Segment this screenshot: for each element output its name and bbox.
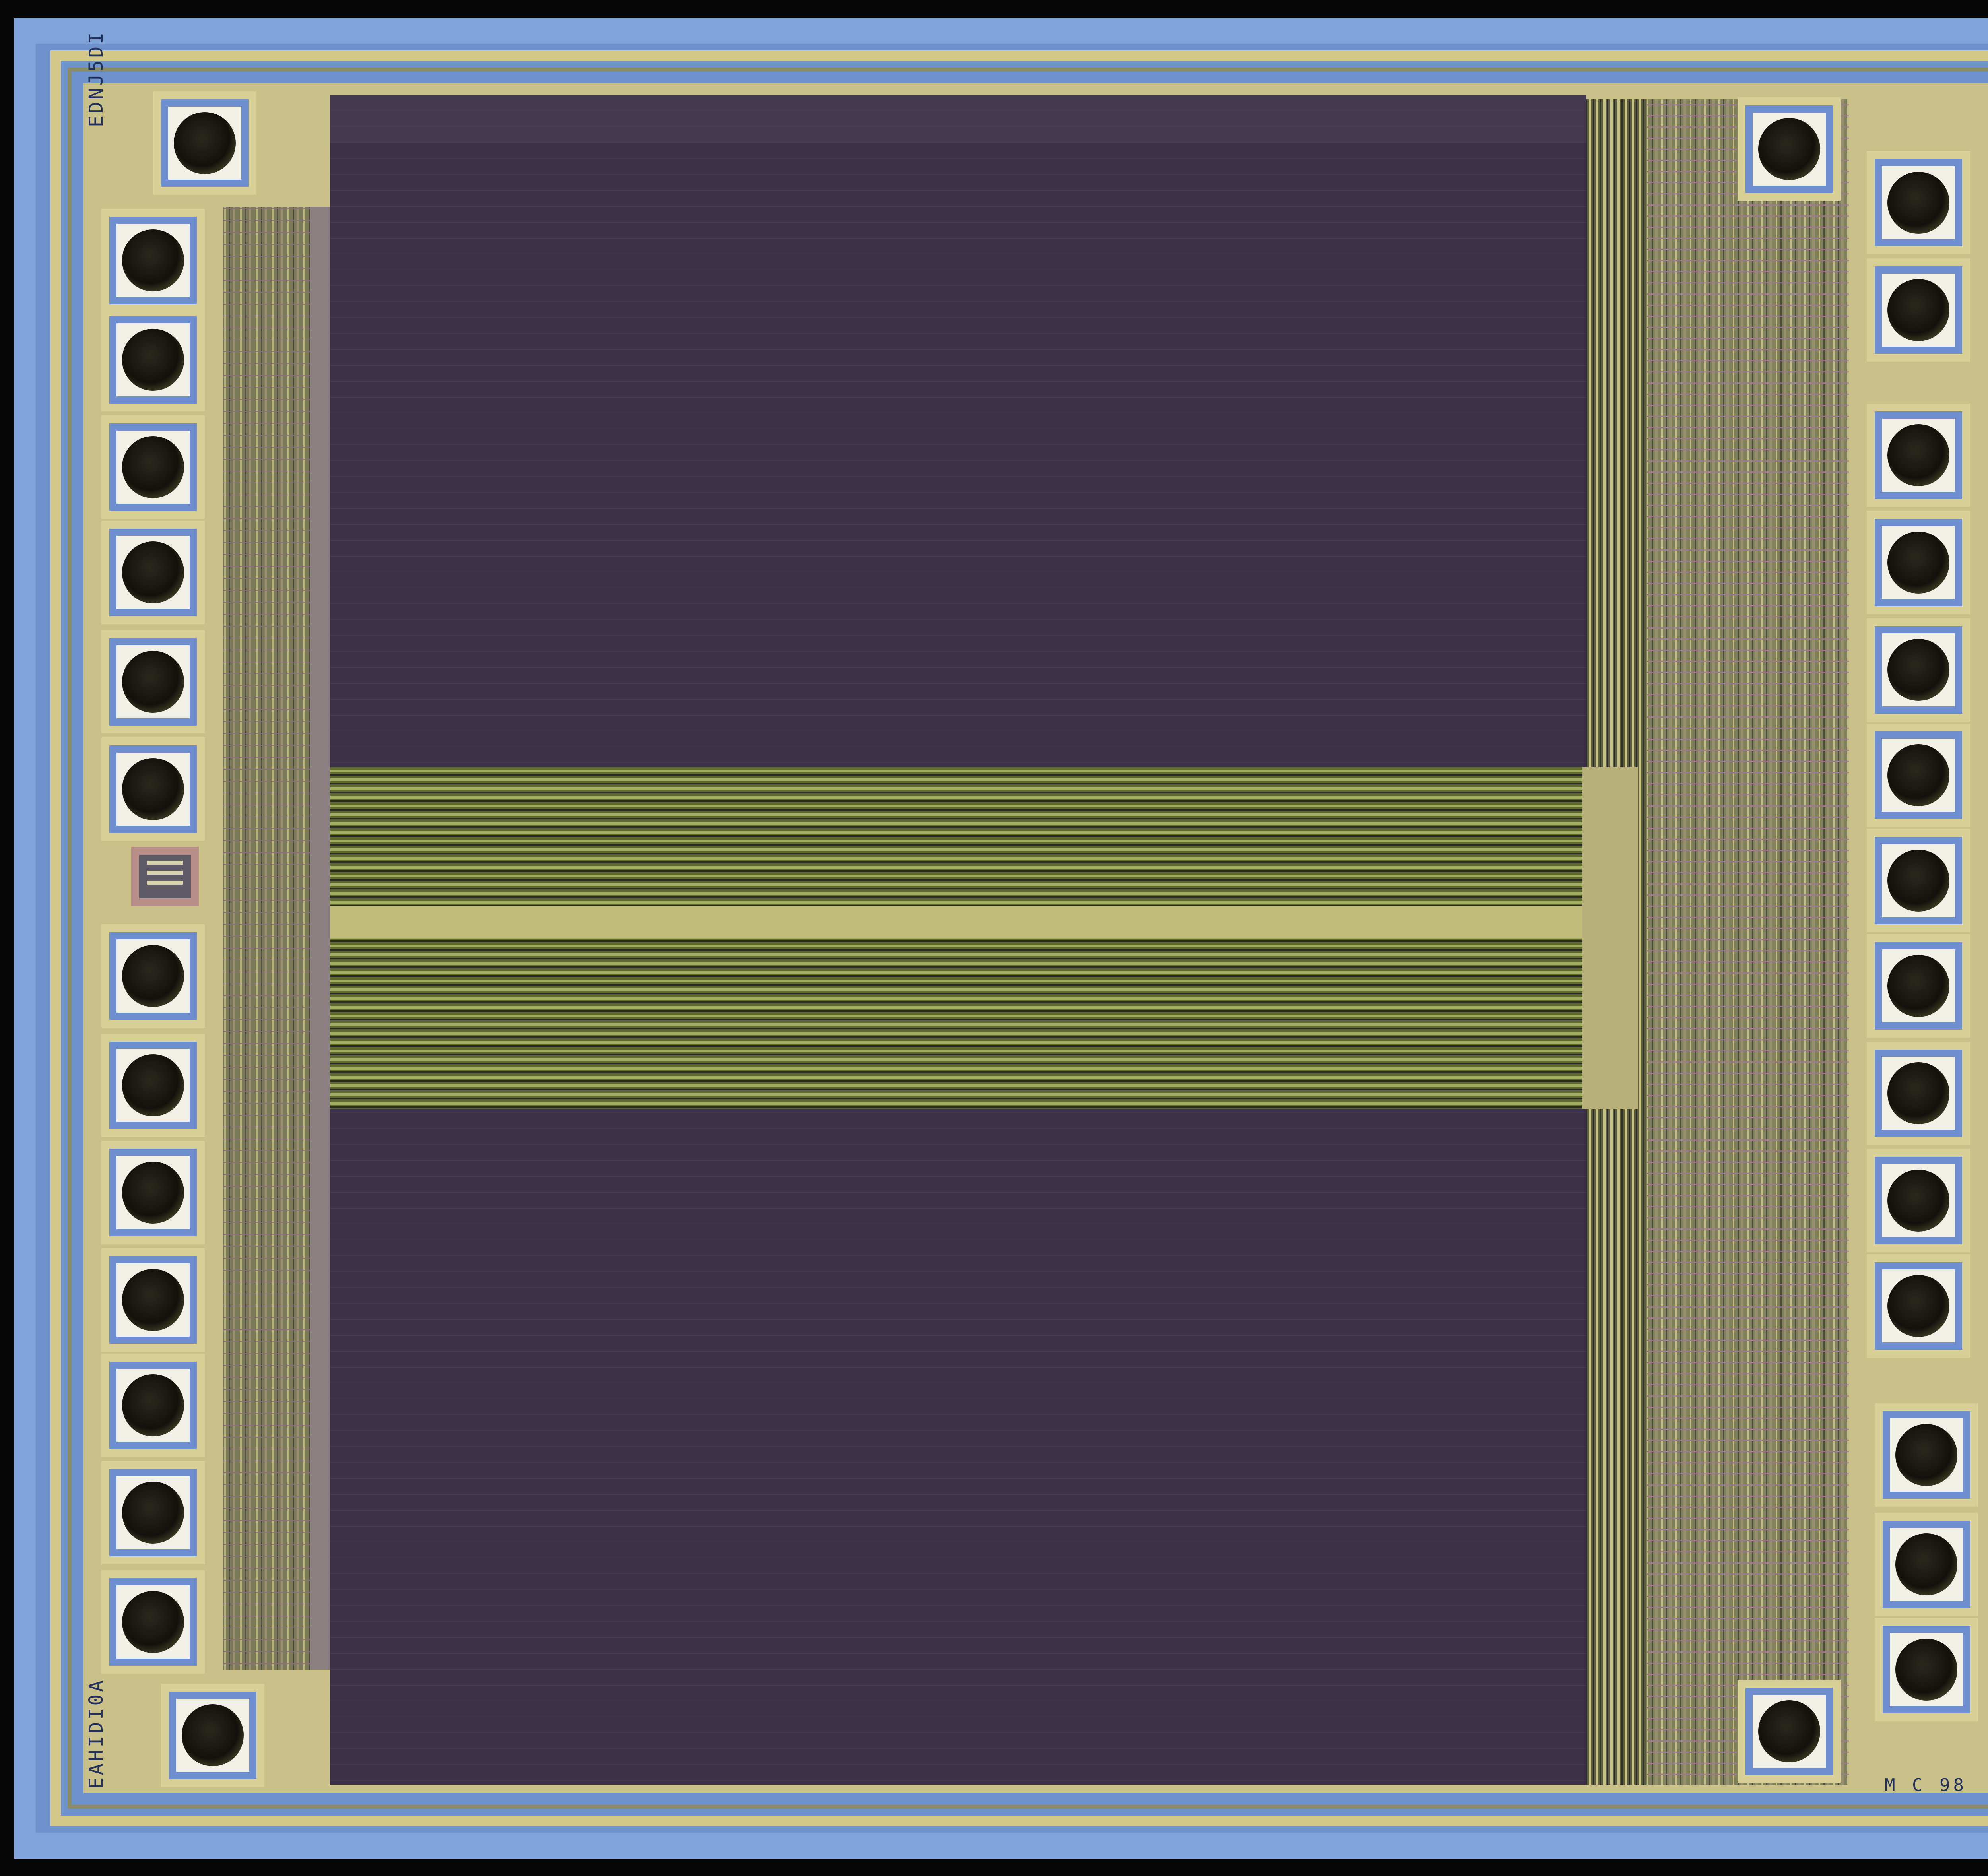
corner-pad-bottom-left (161, 1684, 264, 1787)
bond-pad (1867, 618, 1970, 722)
bond-pad (1867, 258, 1970, 362)
bond-pad (101, 1570, 205, 1674)
test-structure (131, 847, 199, 906)
bond-pad (1867, 511, 1970, 614)
bond-pad (1867, 1149, 1970, 1252)
bond-pad (1867, 934, 1970, 1038)
bond-pad (1867, 724, 1970, 827)
bond-pad (101, 1354, 205, 1457)
bond-pad (101, 209, 205, 312)
bond-pad (101, 1141, 205, 1244)
bond-pad (1867, 404, 1970, 507)
bond-pad (1867, 151, 1970, 254)
bond-pad (101, 415, 205, 519)
memory-array-top (330, 95, 1586, 767)
die-marking-top-left: EDNJ5DI (85, 30, 107, 127)
decoder-driver-right (1582, 767, 1638, 1109)
bond-pad (1875, 1403, 1978, 1507)
die-marking-bottom-right: M C 98 (1885, 1775, 1967, 1795)
bond-pad (101, 924, 205, 1028)
corner-pad-top-left (153, 91, 256, 195)
bond-pad (1867, 1254, 1970, 1358)
bond-pad (1875, 1513, 1978, 1616)
memory-array-bottom (330, 1109, 1586, 1785)
bond-pad (101, 737, 205, 841)
bond-pad (101, 630, 205, 733)
die-photo: EDNJ5DI EAHIDI0A M C 98 (0, 0, 1988, 1876)
corner-pad-top-right (1738, 97, 1841, 201)
bond-pad (101, 1034, 205, 1137)
bond-pad (101, 308, 205, 411)
bond-pad (1875, 1618, 1978, 1721)
die-marking-bottom-left: EAHIDI0A (85, 1678, 107, 1789)
bond-pad (101, 1248, 205, 1352)
bond-pad (1867, 829, 1970, 932)
bond-pad (101, 521, 205, 624)
corner-pad-bottom-right (1738, 1680, 1841, 1783)
bond-pad (1867, 1042, 1970, 1145)
bond-pad (101, 1461, 205, 1564)
left-pad-column (101, 209, 205, 1674)
